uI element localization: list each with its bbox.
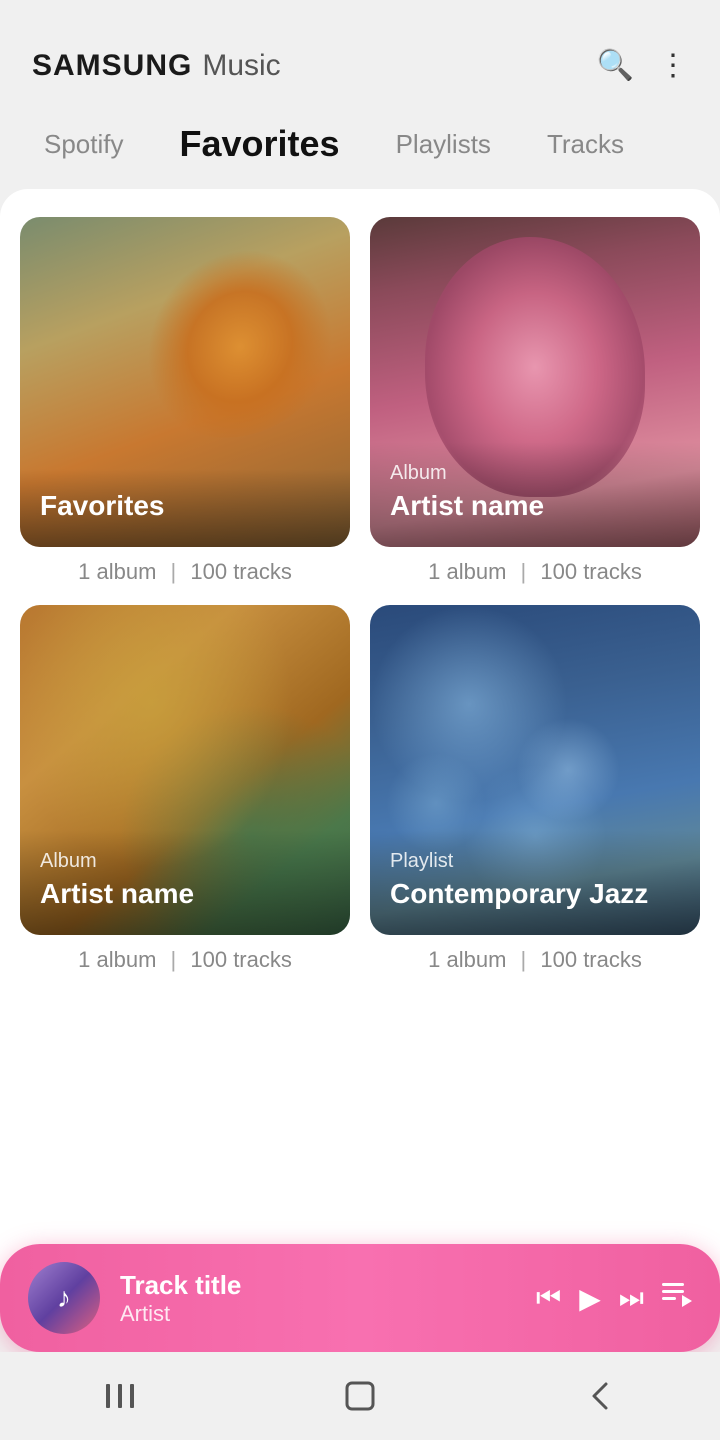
search-icon[interactable]: 🔍 <box>597 48 634 83</box>
card-artist-2-title: Artist name <box>40 877 330 911</box>
previous-button[interactable]: ⏮ <box>536 1282 561 1315</box>
play-pause-button[interactable]: ▶ <box>579 1282 601 1315</box>
app-logo: SAMSUNG Music <box>32 49 281 83</box>
card-artist-1-image: Album Artist name <box>370 217 700 547</box>
header-actions: 🔍 ⋮ <box>597 48 688 83</box>
tab-favorites[interactable]: Favorites <box>152 107 368 181</box>
card-artist-1-type: Album <box>390 462 680 485</box>
card-artist-1-meta: 1 album | 100 tracks <box>428 559 642 585</box>
cards-grid: Favorites 1 album | 100 tracks Album Art… <box>20 217 700 973</box>
tab-playlists[interactable]: Playlists <box>368 113 519 176</box>
main-content: Favorites 1 album | 100 tracks Album Art… <box>0 189 720 1289</box>
tab-tracks[interactable]: Tracks <box>519 113 652 176</box>
card-artist-2[interactable]: Album Artist name 1 album | 100 tracks <box>20 605 350 973</box>
card-artist-1-title: Artist name <box>390 489 680 523</box>
card-artist-2-type: Album <box>40 850 330 873</box>
card-favorites-meta: 1 album | 100 tracks <box>78 559 292 585</box>
tab-navigation: Spotify Favorites Playlists Tracks <box>0 107 720 181</box>
bottom-nav <box>0 1352 720 1440</box>
next-button[interactable]: ⏭ <box>619 1282 644 1315</box>
back-button[interactable] <box>560 1356 640 1436</box>
card-artist-2-image: Album Artist name <box>20 605 350 935</box>
card-artist-2-overlay: Album Artist name <box>20 830 350 935</box>
now-playing-artist: Artist <box>120 1301 516 1327</box>
now-playing-bar[interactable]: Track title Artist ⏮ ▶ ⏭ <box>0 1244 720 1352</box>
card-favorites[interactable]: Favorites 1 album | 100 tracks <box>20 217 350 585</box>
playback-controls: ⏮ ▶ ⏭ <box>536 1281 692 1316</box>
card-artist-1-overlay: Album Artist name <box>370 442 700 547</box>
card-jazz-title: Contemporary Jazz <box>390 877 680 911</box>
queue-button[interactable] <box>662 1281 692 1316</box>
card-favorites-title: Favorites <box>40 489 330 523</box>
app-header: SAMSUNG Music 🔍 ⋮ <box>0 0 720 107</box>
card-jazz-overlay: Playlist Contemporary Jazz <box>370 830 700 935</box>
logo-music: Music <box>202 49 280 83</box>
card-favorites-image: Favorites <box>20 217 350 547</box>
now-playing-thumbnail[interactable] <box>28 1262 100 1334</box>
recents-button[interactable] <box>80 1356 160 1436</box>
home-button[interactable] <box>320 1356 400 1436</box>
tab-spotify[interactable]: Spotify <box>0 113 152 176</box>
card-artist-1[interactable]: Album Artist name 1 album | 100 tracks <box>370 217 700 585</box>
logo-samsung: SAMSUNG <box>32 49 192 83</box>
card-artist-2-meta: 1 album | 100 tracks <box>78 947 292 973</box>
now-playing-info: Track title Artist <box>120 1270 516 1327</box>
card-jazz-type: Playlist <box>390 850 680 873</box>
more-options-icon[interactable]: ⋮ <box>658 48 688 83</box>
now-playing-title: Track title <box>120 1270 516 1301</box>
card-jazz-meta: 1 album | 100 tracks <box>428 947 642 973</box>
card-jazz-image: Playlist Contemporary Jazz <box>370 605 700 935</box>
card-jazz[interactable]: Playlist Contemporary Jazz 1 album | 100… <box>370 605 700 973</box>
card-favorites-overlay: Favorites <box>20 469 350 547</box>
